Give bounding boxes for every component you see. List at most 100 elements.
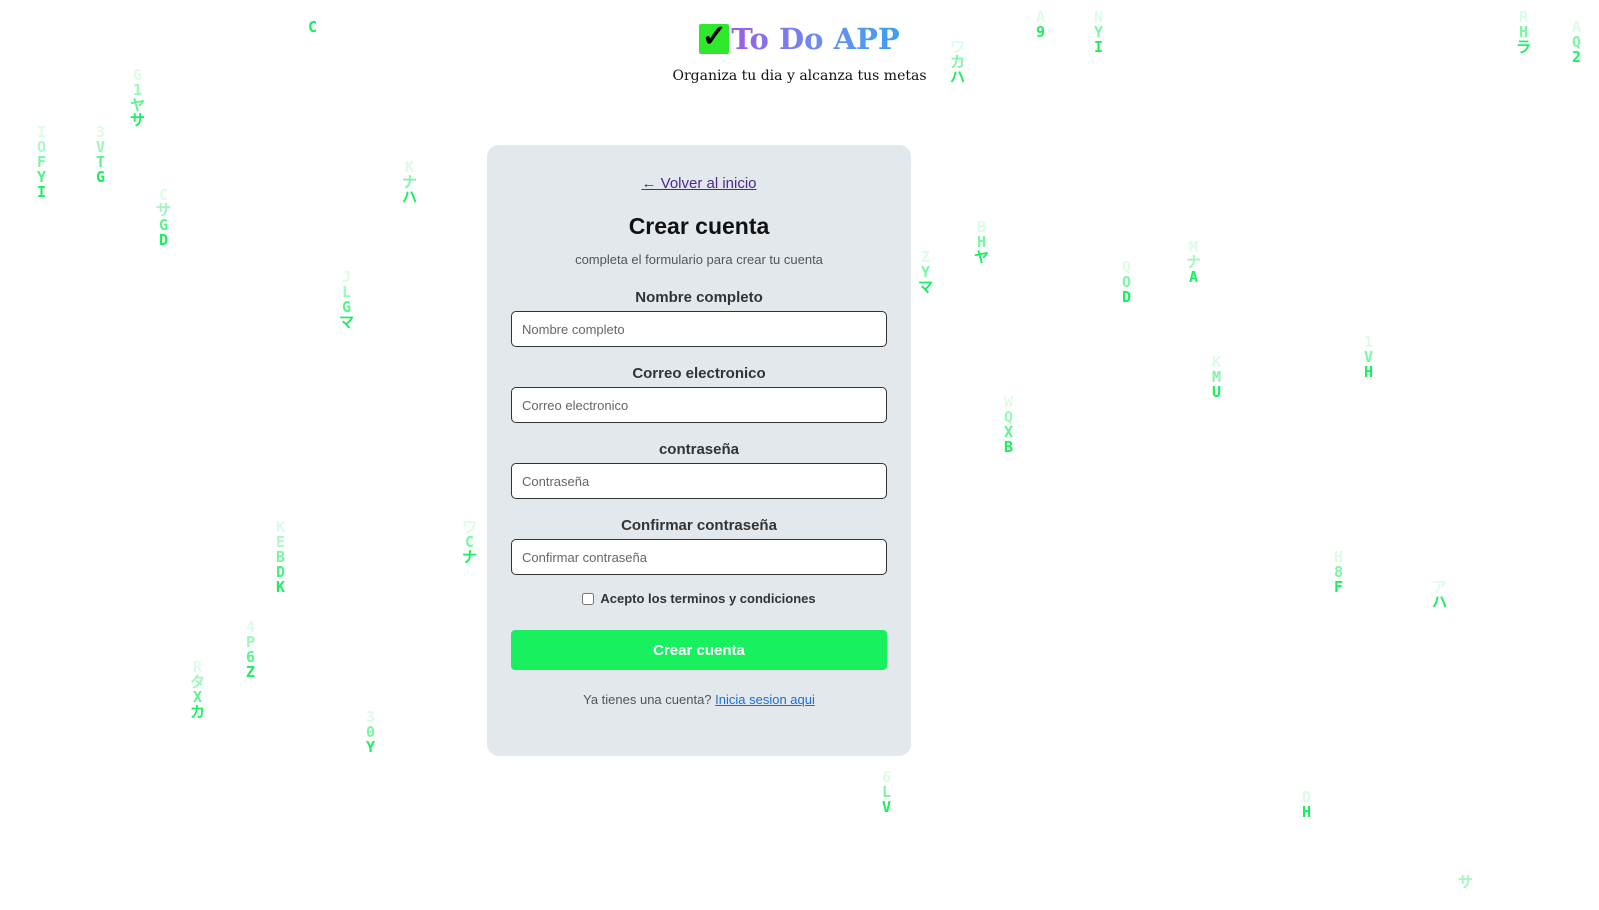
rain-glyph: マ (339, 313, 355, 331)
rain-glyph: K (404, 158, 415, 176)
rain-glyph: Y (366, 738, 376, 756)
fullname-input[interactable] (511, 311, 887, 347)
rain-glyph: サ (1458, 873, 1474, 891)
rain-column: RタXカ (190, 660, 205, 720)
rain-glyph: R (192, 658, 203, 676)
rain-glyph: J (341, 268, 352, 286)
rain-column: WQXB (1004, 395, 1013, 455)
rain-glyph: L (882, 783, 892, 801)
rain-column: QOD (1122, 260, 1131, 305)
app-tagline: Organiza tu dia y alcanza tus metas (672, 68, 927, 84)
rain-column: H8F (1334, 550, 1343, 595)
rain-glyph: H (1302, 803, 1312, 821)
rain-glyph: Z (246, 663, 256, 681)
rain-glyph: I (37, 183, 47, 201)
rain-glyph: B (276, 548, 286, 566)
rain-glyph: U (1212, 383, 1222, 401)
rain-glyph: F (37, 153, 47, 171)
rain-glyph: ナ (1186, 253, 1202, 271)
confirm-password-input[interactable] (511, 539, 887, 575)
signup-card: ← Volver al inicio Crear cuenta completa… (487, 145, 911, 756)
login-link[interactable]: Inicia sesion aqui (715, 692, 815, 707)
rain-glyph: D (276, 563, 286, 581)
rain-glyph: P (246, 633, 256, 651)
rain-glyph: 8 (1334, 563, 1344, 581)
login-prompt-row: Ya tienes una cuenta? Inicia sesion aqui (511, 692, 887, 707)
page-title: Crear cuenta (628, 213, 770, 239)
rain-column: BHヤ (974, 220, 989, 265)
rain-glyph: ハ (402, 188, 418, 206)
rain-glyph: ヤ (130, 96, 146, 114)
rain-column: ワCナ (462, 520, 477, 565)
rain-glyph: マ (918, 278, 934, 296)
rain-glyph: V (96, 138, 106, 156)
rain-glyph: X (1004, 423, 1014, 441)
rain-glyph: ワ (462, 518, 478, 536)
rain-glyph: T (96, 153, 106, 171)
rain-glyph: H (976, 233, 987, 251)
rain-glyph: H (1334, 548, 1344, 566)
rain-glyph: 3 (96, 123, 106, 141)
rain-column: Mナ A (1186, 240, 1201, 285)
app-title-text: To Do APP (731, 16, 899, 62)
rain-glyph: 1 (132, 81, 143, 99)
email-label: Correo electronico (632, 365, 766, 382)
checkmark-icon: ✓ (699, 22, 730, 54)
email-input[interactable] (511, 387, 887, 423)
rain-glyph: Y (920, 263, 931, 281)
rain-glyph: I (37, 123, 47, 141)
terms-label: Acepto los terminos y condiciones (600, 591, 816, 606)
rain-glyph: O (1122, 273, 1132, 291)
terms-checkbox[interactable] (582, 592, 595, 605)
login-prompt-text: Ya tienes una cuenta? (583, 692, 712, 707)
rain-column: CサGD (156, 188, 171, 248)
rain-column: KEBDK (276, 520, 285, 595)
app-header: ✓ To Do APP Organiza tu dia y alcanza tu… (0, 16, 1599, 85)
rain-column: JLGマ (339, 270, 354, 330)
rain-glyph: K (1212, 353, 1222, 371)
rain-column: IOFYI (37, 125, 46, 200)
password-input[interactable] (511, 463, 887, 499)
rain-glyph: A (1188, 268, 1199, 286)
password-label: contraseña (658, 441, 740, 458)
back-to-home-link[interactable]: ← Volver al inicio (641, 175, 756, 192)
app-title: ✓ To Do APP (699, 16, 900, 62)
rain-glyph: ア (1432, 578, 1448, 596)
rain-glyph: C (158, 186, 169, 204)
rain-glyph: 4 (246, 618, 256, 636)
form-group-password: contraseña (511, 440, 887, 499)
rain-glyph: M (1212, 368, 1222, 386)
form-subtitle: completa el formulario para crear tu cue… (575, 252, 823, 267)
rain-glyph: D (158, 231, 169, 249)
rain-column: ZYマ (918, 250, 933, 295)
rain-glyph: G (96, 168, 106, 186)
fullname-label: Nombre completo (635, 289, 763, 306)
form-group-email: Correo electronico (511, 364, 887, 423)
rain-glyph: O (37, 138, 47, 156)
rain-glyph: C (464, 533, 475, 551)
rain-column: サ (1458, 875, 1473, 890)
rain-glyph: K (276, 578, 286, 596)
rain-glyph: B (976, 218, 987, 236)
confirm-password-label: Confirmar contraseña (621, 517, 777, 534)
rain-glyph: H (1364, 363, 1374, 381)
rain-glyph: 6 (882, 768, 892, 786)
rain-glyph: V (882, 798, 892, 816)
rain-glyph: Q (1122, 258, 1132, 276)
rain-column: 6LV (882, 770, 891, 815)
rain-glyph: 6 (246, 648, 256, 666)
rain-glyph: G (158, 216, 169, 234)
form-group-confirm-password: Confirmar contraseña (511, 516, 887, 575)
rain-glyph: 1 (1364, 333, 1374, 351)
rain-glyph: Q (1004, 408, 1014, 426)
rain-column: アハ (1432, 580, 1447, 610)
create-account-button[interactable]: Crear cuenta (511, 630, 887, 670)
rain-glyph: ナ (402, 173, 418, 191)
rain-glyph: V (1364, 348, 1374, 366)
rain-glyph: G (341, 298, 352, 316)
rain-glyph: K (276, 518, 286, 536)
rain-glyph: ナ (462, 548, 478, 566)
rain-glyph: 3 (366, 708, 376, 726)
rain-glyph: 0 (366, 723, 376, 741)
rain-column: 3VTG (96, 125, 105, 185)
